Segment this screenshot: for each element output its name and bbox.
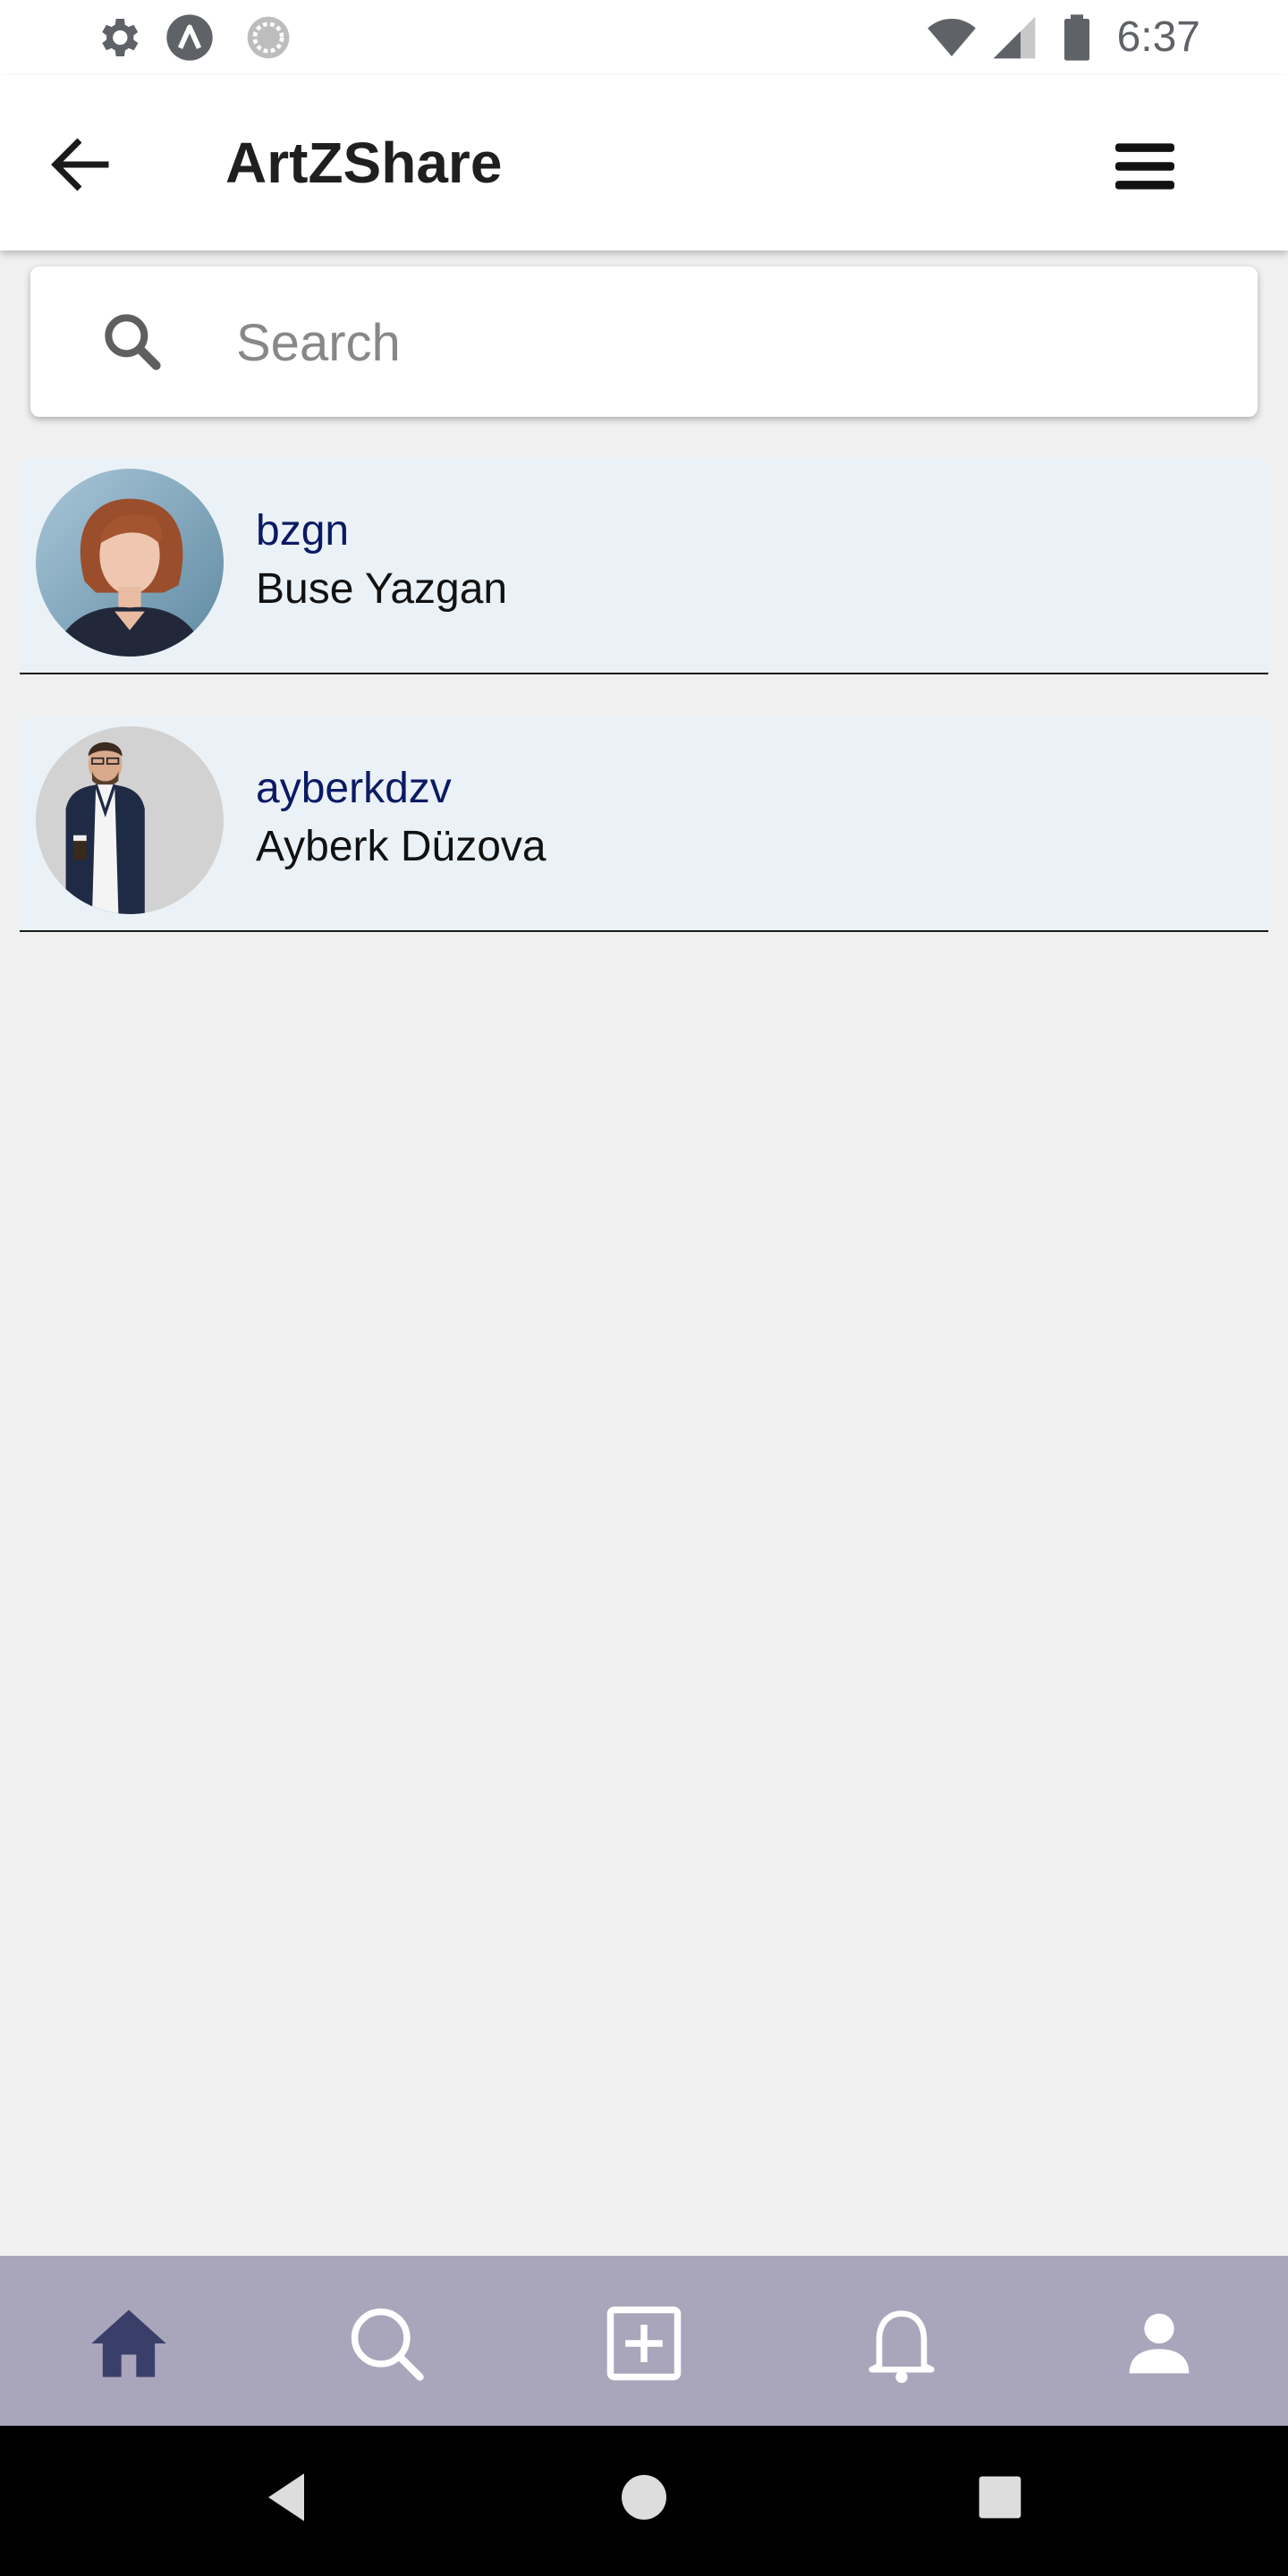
username: ayberkdzv	[256, 765, 452, 812]
username: bzgn	[256, 507, 350, 555]
add-post-icon[interactable]	[599, 2299, 689, 2388]
search-input[interactable]	[234, 295, 1222, 390]
full-name: Ayberk Düzova	[256, 823, 547, 870]
home-circle-icon[interactable]	[608, 2462, 680, 2533]
profile-icon[interactable]	[1114, 2299, 1204, 2388]
back-triangle-icon[interactable]	[250, 2462, 322, 2533]
status-bar: 6:37	[0, 0, 1288, 75]
user-list-item[interactable]: bzgn Buse Yazgan	[20, 458, 1268, 674]
home-icon[interactable]	[84, 2299, 174, 2388]
full-name: Buse Yazgan	[256, 565, 508, 613]
clock: 6:37	[1116, 13, 1200, 61]
user-list-item[interactable]: ayberkdzv Ayberk Düzova	[20, 716, 1268, 932]
bottom-navigation	[0, 2256, 1288, 2426]
avatar[interactable]	[36, 469, 224, 657]
a-circle-icon	[166, 14, 213, 61]
arrow-left-icon[interactable]	[43, 127, 118, 202]
hamburger-menu-icon[interactable]	[1106, 127, 1184, 206]
battery-icon	[1064, 14, 1089, 61]
app-title: ArtZShare	[225, 131, 503, 195]
sync-icon	[247, 16, 290, 59]
search-icon	[105, 314, 161, 370]
recents-square-icon[interactable]	[964, 2462, 1036, 2533]
system-navigation-bar	[0, 2426, 1288, 2576]
settings-icon	[102, 19, 139, 56]
search-icon[interactable]	[342, 2299, 431, 2388]
cellular-signal-icon	[993, 16, 1036, 59]
wifi-icon	[928, 19, 976, 56]
search-bar[interactable]	[30, 267, 1258, 417]
app-bar: ArtZShare	[0, 75, 1288, 250]
avatar[interactable]	[36, 726, 224, 914]
notifications-bell-icon[interactable]	[857, 2299, 946, 2388]
